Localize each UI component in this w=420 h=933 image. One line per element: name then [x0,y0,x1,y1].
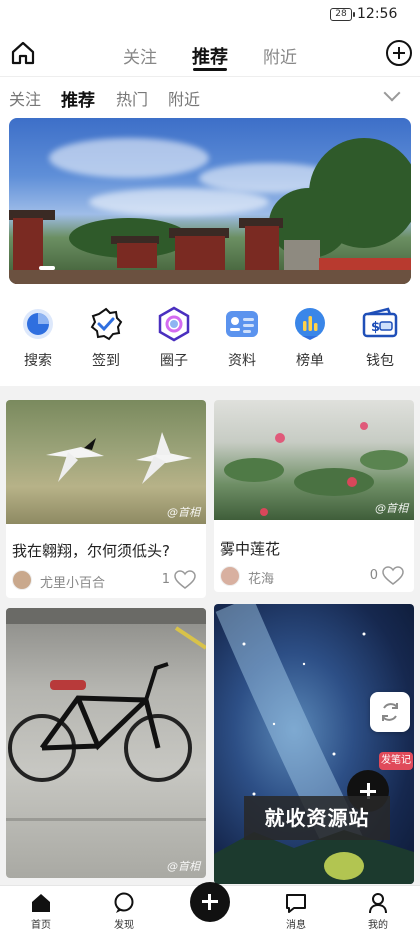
profile-card-icon [224,306,260,342]
home-icon[interactable] [10,40,36,66]
card-title: 我在翱翔，尔何须低头? [12,542,170,560]
avatar[interactable] [12,570,32,590]
add-circle-icon[interactable] [386,40,412,66]
circle-icon [156,306,192,342]
nav-label: 我的 [368,920,388,931]
message-icon [285,892,307,914]
feed-card[interactable]: @首相 我在翱翔，尔何须低头? 尤里小百合 1 [6,400,206,598]
feed-card[interactable]: @首相 [6,608,206,878]
shortcut-label: 签到 [92,353,120,369]
banner-cloud [89,188,269,216]
feed-card[interactable] [214,604,414,884]
shortcut-label: 圈子 [160,353,188,369]
bicycle-image [6,608,206,821]
promo-watermark: 就收资源站 [244,796,390,840]
add-icon[interactable] [190,882,230,922]
banner-ground [9,270,411,284]
subtab-hot[interactable]: 热门 [116,86,148,110]
refresh-icon [382,703,398,721]
author-name[interactable]: 花海 [248,568,274,587]
home-icon [30,892,52,914]
status-bar: 28 12:56 [0,0,420,30]
banner-hall [284,240,320,270]
shortcut-grid: 搜索 签到 圈子 资料 榜单 $ 钱包 [0,294,420,386]
card-meta: 尤里小百合 1 [12,570,200,592]
banner-temple [117,243,157,268]
banner-section [0,114,420,294]
card-image: @首相 [214,400,414,520]
card-meta: 花海 0 [220,566,408,588]
wallet-icon: $ [362,306,398,342]
ranking-icon [292,306,328,342]
nav-label: 消息 [286,920,306,931]
watermark: @首相 [167,506,200,519]
shortcut-label: 钱包 [366,353,394,369]
post-note-badge[interactable]: 发笔记 [379,752,413,770]
discover-icon [113,892,135,914]
banner-temple [175,236,225,270]
like-count: 1 [161,572,170,587]
shortcut-label: 搜索 [24,353,52,369]
tab-nearby[interactable]: 附近 [263,43,297,68]
svg-text:$: $ [371,320,380,335]
bottom-nav: 首页 发现 消息 我的 [0,882,420,933]
clock: 12:56 [357,6,398,22]
active-tab-indicator [193,68,227,71]
shortcut-circle[interactable]: 圈子 [146,306,202,370]
author-name[interactable]: 尤里小百合 [40,572,105,591]
top-header: 关注 推荐 附近 [0,30,420,76]
watermark: @首相 [167,860,200,873]
shortcut-profile[interactable]: 资料 [214,306,270,370]
nav-label: 首页 [31,920,51,931]
user-icon [367,892,389,914]
tab-follow[interactable]: 关注 [123,43,157,68]
banner-temple [245,226,279,270]
heart-icon[interactable] [382,566,404,586]
shortcut-wallet[interactable]: $ 钱包 [352,306,408,370]
starry-sky-image [214,604,414,884]
shortcut-checkin[interactable]: 签到 [78,306,134,370]
tab-recommend[interactable]: 推荐 [192,43,228,69]
card-image: @首相 [6,608,206,878]
refresh-button[interactable] [370,692,410,732]
banner-cloud [49,138,209,178]
category-tabs: 关注 推荐 热门 附近 [0,76,420,114]
chevron-down-icon[interactable] [383,84,401,102]
banner-carousel[interactable] [9,118,411,284]
card-image: @首相 [6,400,206,524]
nav-messages[interactable]: 消息 [266,892,326,931]
subtab-recommend[interactable]: 推荐 [61,86,95,111]
heart-icon[interactable] [174,570,196,590]
nav-discover[interactable]: 发现 [94,892,154,931]
subtab-nearby[interactable]: 附近 [168,86,200,110]
shortcut-search[interactable]: 搜索 [10,306,66,370]
banner-wall [319,258,411,270]
nav-home[interactable]: 首页 [11,892,71,931]
checkin-icon [88,306,124,342]
shortcut-label: 资料 [228,353,256,369]
search-icon [20,306,56,342]
card-title: 雾中莲花 [220,540,281,558]
subtab-follow[interactable]: 关注 [9,86,41,110]
shortcut-label: 榜单 [296,353,324,369]
feed-card[interactable]: @首相 雾中莲花 花海 0 [214,400,414,592]
app-screen: 28 12:56 关注 推荐 附近 关注 推荐 热门 附近 搜索 签到 圈子 资… [0,0,420,933]
like-count: 0 [369,568,378,583]
nav-profile[interactable]: 我的 [348,892,408,931]
battery-icon: 28 [330,8,355,21]
carousel-indicator [39,266,55,270]
watermark: @首相 [375,502,408,515]
card-image [214,604,414,884]
shortcut-ranking[interactable]: 榜单 [282,306,338,370]
avatar[interactable] [220,566,240,586]
nav-label: 发现 [114,920,134,931]
battery-level: 28 [335,9,347,19]
